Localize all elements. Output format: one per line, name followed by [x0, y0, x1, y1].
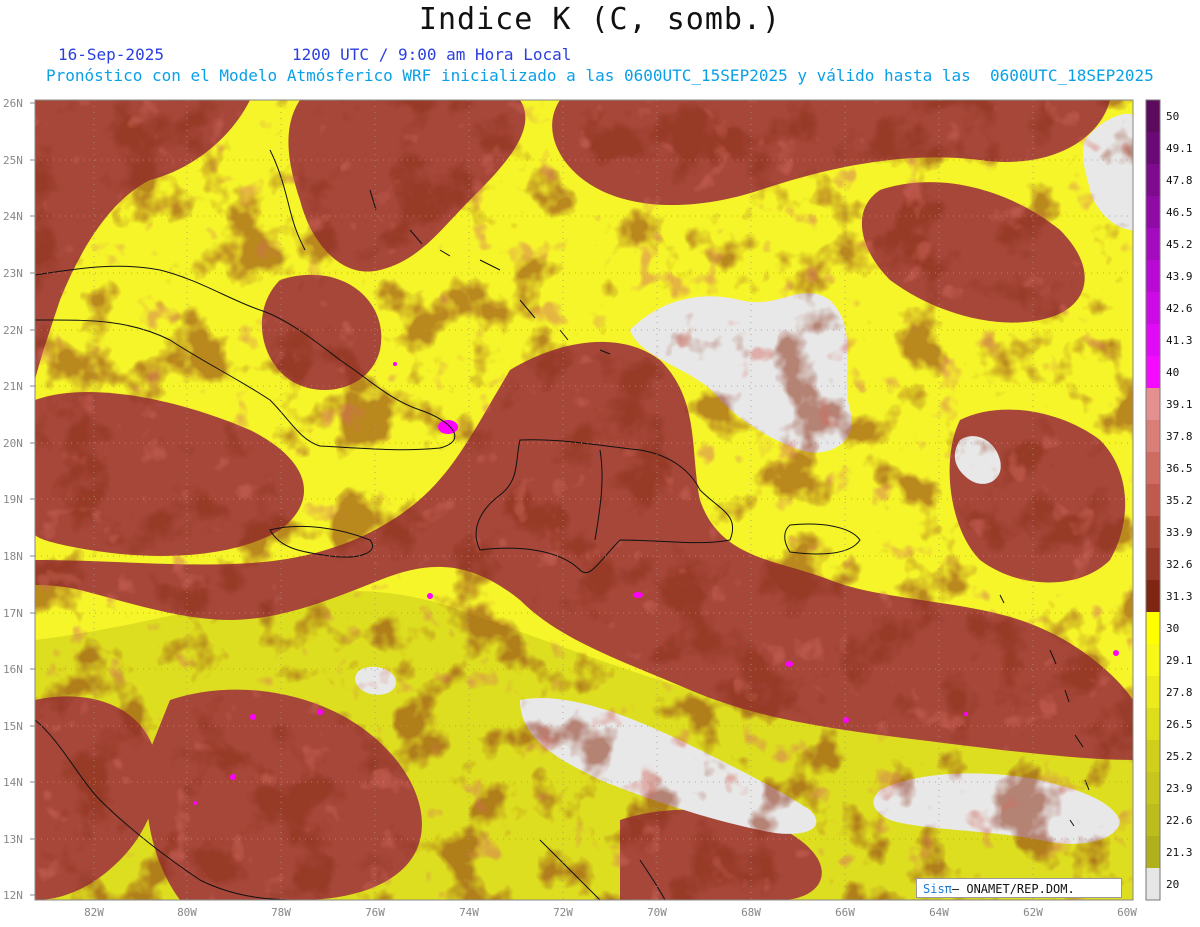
- colorbar-swatch: [1146, 452, 1160, 485]
- colorbar-label: 49.1: [1166, 142, 1193, 155]
- colorbar-swatch: [1146, 676, 1160, 709]
- lat-label: 13N: [3, 833, 23, 846]
- sispi-logo: Sisπ: [923, 882, 952, 896]
- lat-label: 15N: [3, 720, 23, 733]
- lat-label: 19N: [3, 493, 23, 506]
- colorbar-swatch: [1146, 324, 1160, 357]
- lon-label: 66W: [835, 906, 855, 919]
- colorbar-label: 50: [1166, 110, 1179, 123]
- colorbar-label: 33.9: [1166, 526, 1193, 539]
- lat-axis: 26N 25N 24N 23N 22N 21N 20N 19N 18N 17N …: [3, 97, 23, 902]
- lon-label: 76W: [365, 906, 385, 919]
- axis-ticks: [30, 102, 35, 896]
- lon-label: 60W: [1117, 906, 1137, 919]
- credit-box: Sisπ– ONAMET/REP.DOM.: [916, 878, 1122, 898]
- colorbar-label: 20: [1166, 878, 1179, 891]
- colorbar-label: 37.8: [1166, 430, 1193, 443]
- colorbar-swatch: [1146, 580, 1160, 613]
- field-layer: [35, 100, 1133, 900]
- colorbar-swatch: [1146, 708, 1160, 741]
- lon-label: 82W: [84, 906, 104, 919]
- lat-label: 16N: [3, 663, 23, 676]
- lon-label: 62W: [1023, 906, 1043, 919]
- lat-label: 22N: [3, 324, 23, 337]
- forecast-date: 16-Sep-2025: [58, 45, 164, 64]
- colorbar-swatch: [1146, 868, 1160, 901]
- colorbar-swatch: [1146, 836, 1160, 869]
- colorbar-swatch: [1146, 548, 1160, 581]
- colorbar: 50 49.1 47.8 46.5 45.2 43.9 42.6 41.3 40 39.1 37.8…: [1145, 99, 1193, 901]
- lat-label: 14N: [3, 776, 23, 789]
- colorbar-label: 25.2: [1166, 750, 1193, 763]
- lon-label: 72W: [553, 906, 573, 919]
- lon-label: 64W: [929, 906, 949, 919]
- colorbar-label: 39.1: [1166, 398, 1193, 411]
- lat-label: 23N: [3, 267, 23, 280]
- colorbar-label: 41.3: [1166, 334, 1193, 347]
- k-index-map: 26N 25N 24N 23N 22N 21N 20N 19N 18N 17N …: [3, 97, 1193, 919]
- colorbar-label: 21.3: [1166, 846, 1193, 859]
- colorbar-swatch: [1146, 260, 1160, 293]
- colorbar-swatch: [1146, 772, 1160, 805]
- lon-label: 68W: [741, 906, 761, 919]
- colorbar-label: 47.8: [1166, 174, 1193, 187]
- credit-org: ONAMET/REP.DOM.: [966, 882, 1075, 896]
- colorbar-swatch: [1146, 100, 1160, 133]
- colorbar-label: 22.6: [1166, 814, 1193, 827]
- colorbar-label: 29.1: [1166, 654, 1193, 667]
- colorbar-swatch: [1146, 228, 1160, 261]
- lat-label: 26N: [3, 97, 23, 110]
- colorbar-swatch: [1146, 132, 1160, 165]
- colorbar-swatch: [1146, 484, 1160, 517]
- colorbar-swatch: [1146, 804, 1160, 837]
- lat-label: 21N: [3, 380, 23, 393]
- credit-separator: –: [951, 882, 967, 896]
- lon-label: 78W: [271, 906, 291, 919]
- colorbar-label: 30: [1166, 622, 1179, 635]
- colorbar-label: 35.2: [1166, 494, 1193, 507]
- lat-label: 17N: [3, 607, 23, 620]
- colorbar-swatch: [1146, 164, 1160, 197]
- colorbar-swatch: [1146, 196, 1160, 229]
- colorbar-label: 27.8: [1166, 686, 1193, 699]
- colorbar-swatch: [1146, 420, 1160, 453]
- colorbar-label: 36.5: [1166, 462, 1193, 475]
- colorbar-swatch: [1146, 292, 1160, 325]
- colorbar-swatch: [1146, 356, 1160, 389]
- colorbar-swatch: [1146, 644, 1160, 677]
- lat-label: 24N: [3, 210, 23, 223]
- colorbar-swatch: [1146, 740, 1160, 773]
- lat-label: 25N: [3, 154, 23, 167]
- lat-label: 18N: [3, 550, 23, 563]
- colorbar-swatch: [1146, 516, 1160, 549]
- colorbar-label: 42.6: [1166, 302, 1193, 315]
- lat-label: 12N: [3, 889, 23, 902]
- colorbar-swatch: [1146, 388, 1160, 421]
- colorbar-label: 26.5: [1166, 718, 1193, 731]
- colorbar-label: 45.2: [1166, 238, 1193, 251]
- forecast-time: 1200 UTC / 9:00 am Hora Local: [292, 45, 572, 64]
- colorbar-label: 32.6: [1166, 558, 1193, 571]
- colorbar-label: 43.9: [1166, 270, 1193, 283]
- lon-label: 74W: [459, 906, 479, 919]
- lat-label: 20N: [3, 437, 23, 450]
- model-info: Pronóstico con el Modelo Atmósferico WRF…: [46, 66, 1154, 85]
- lon-label: 80W: [177, 906, 197, 919]
- colorbar-label: 31.3: [1166, 590, 1193, 603]
- colorbar-label: 23.9: [1166, 782, 1193, 795]
- colorbar-swatch: [1146, 612, 1160, 645]
- lon-label: 70W: [647, 906, 667, 919]
- colorbar-label: 40: [1166, 366, 1179, 379]
- lon-axis: 82W 80W 78W 76W 74W 72W 70W 68W 66W 64W …: [84, 906, 1137, 919]
- colorbar-label: 46.5: [1166, 206, 1193, 219]
- map-title: Indice K (C, somb.): [418, 2, 782, 37]
